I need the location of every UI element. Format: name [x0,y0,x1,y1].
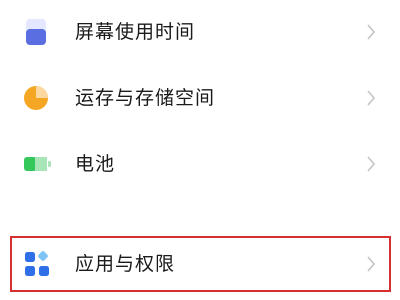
settings-item-label: 电池 [75,153,116,175]
settings-item-storage[interactable]: 运存与存储空间 [0,73,400,123]
settings-item-battery[interactable]: 电池 [0,139,400,189]
settings-item-label: 应用与权限 [75,253,176,275]
settings-item-label: 屏幕使用时间 [75,21,196,43]
chevron-right-icon [366,89,376,107]
screen-time-icon [22,17,52,47]
battery-icon [22,149,52,179]
apps-grid-icon [22,249,52,279]
chevron-right-icon [366,255,376,273]
chevron-right-icon [366,23,376,41]
storage-pie-icon [22,83,52,113]
settings-item-screen-time[interactable]: 屏幕使用时间 [0,7,400,57]
settings-item-apps-permissions[interactable]: 应用与权限 [0,239,400,289]
chevron-right-icon [366,155,376,173]
settings-item-label: 运存与存储空间 [75,87,216,109]
